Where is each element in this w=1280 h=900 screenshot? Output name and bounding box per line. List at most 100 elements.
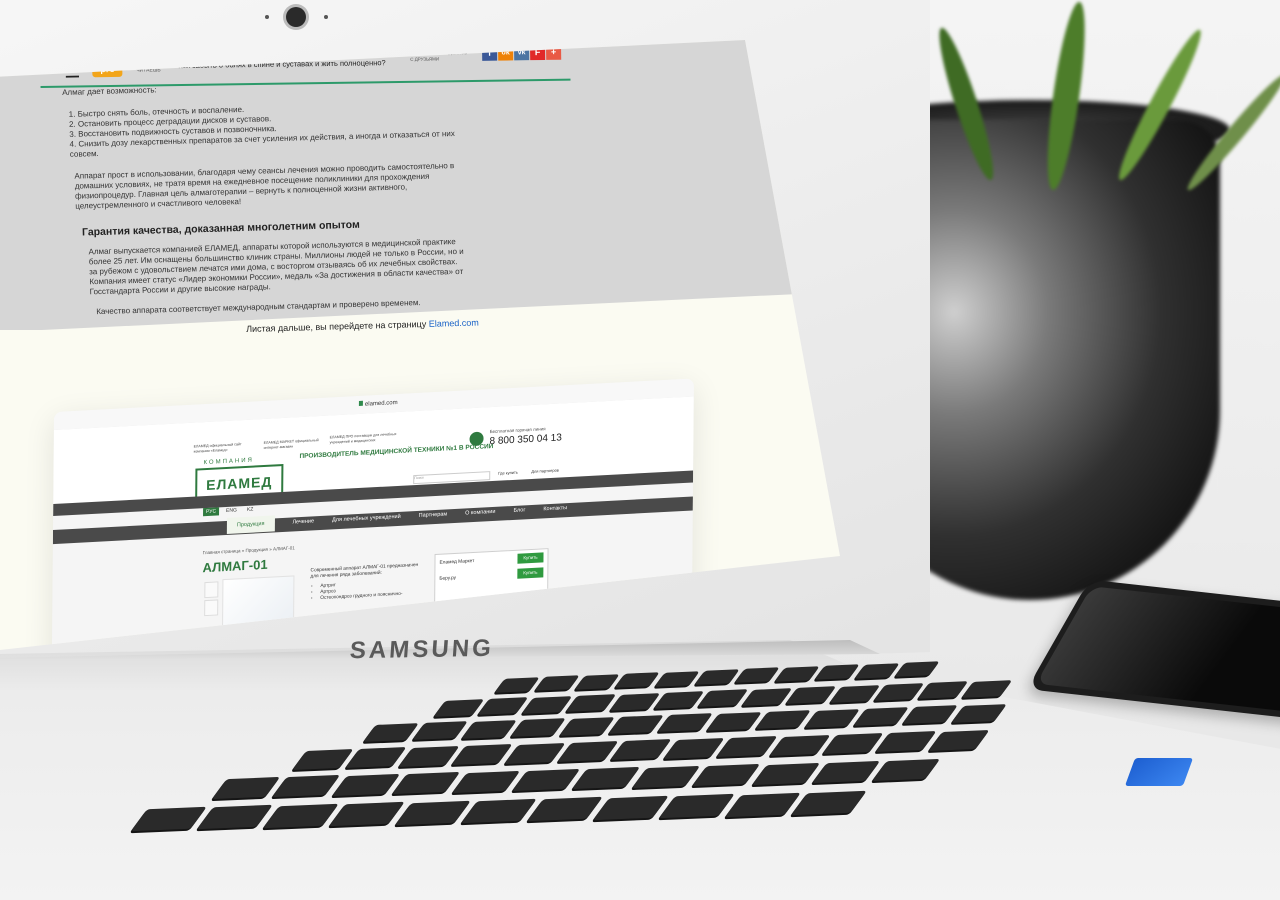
product-thumbnail[interactable]: [204, 581, 219, 599]
keyboard-key: [593, 795, 669, 820]
description-text: Современный аппарат АЛМАГ-01 предназначе…: [310, 562, 419, 580]
keyboard-key: [345, 747, 407, 768]
keyboard-key: [610, 739, 672, 760]
keyboard-key: [706, 711, 762, 731]
elamed-link[interactable]: Elamed.com: [429, 318, 479, 329]
breadcrumb[interactable]: Главная страница » Продукция » АЛМАГ-01: [203, 545, 295, 555]
lang-ru[interactable]: РУС: [203, 507, 220, 517]
keyboard-key: [814, 664, 860, 680]
keyboard-key: [211, 776, 281, 800]
keyboard-key: [292, 749, 354, 770]
keyboard-key: [131, 806, 207, 831]
keyboard-key: [527, 797, 603, 822]
keyboard-key: [751, 762, 821, 785]
keyboard-key: [631, 765, 701, 788]
keyboard-key: [785, 686, 837, 704]
keyboard-key: [961, 679, 1013, 698]
buy-button[interactable]: Купить: [517, 552, 544, 564]
keyboard-key: [363, 723, 419, 742]
keyboard-key: [697, 689, 749, 707]
continue-note: Листая дальше, вы перейдете на страницу …: [246, 318, 479, 334]
keyboard-key: [571, 767, 641, 790]
seller-name: Еламед Маркет: [439, 558, 475, 566]
header-note[interactable]: ЕЛАМЕД МАРКЕТ официальный интернет-магаз…: [264, 438, 324, 450]
sensor-dot: [324, 15, 328, 19]
product-title: АЛМАГ-01: [202, 556, 268, 576]
brand-tagline: ПРОИЗВОДИТЕЛЬ МЕДИЦИНСКОЙ ТЕХНИКИ №1 В Р…: [299, 442, 494, 461]
keyboard-key: [557, 741, 619, 762]
keyboard-key: [928, 729, 990, 751]
continue-note-text: Листая дальше, вы перейдете на страницу: [246, 318, 429, 334]
header-note[interactable]: ЕЛАМЕД ПРО поставщик для лечебных учрежд…: [330, 431, 410, 444]
keyboard-key: [609, 692, 661, 710]
keyboard-key: [534, 675, 580, 692]
hotline-number[interactable]: 8 800 350 04 13: [489, 432, 561, 447]
keyboard-key: [504, 742, 566, 764]
benefits-list: 1. Быстро снять боль, отечность и воспал…: [63, 99, 464, 160]
article-paragraph-cut: Качество аппарата соответствует междунар…: [96, 298, 421, 317]
keyboard-key: [804, 708, 860, 728]
keyboard-key: [653, 691, 705, 709]
article-body: Алмаг дает возможность: 1. Быстро снять …: [62, 77, 469, 330]
keyboard-key: [659, 793, 735, 818]
keyboard-key: [559, 716, 615, 736]
header-note[interactable]: ЕЛАМЕД официальный сайт компании «Еламед…: [194, 442, 254, 454]
keyboard-key: [894, 661, 940, 677]
where-to-buy-link[interactable]: Где купить: [498, 470, 518, 476]
keyboard-key: [917, 681, 969, 699]
nav-about[interactable]: О компании: [465, 509, 495, 522]
keyboard-key: [461, 798, 537, 823]
nav-partners[interactable]: Партнерам: [419, 511, 448, 523]
keyboard-key: [854, 662, 900, 679]
article-paragraph: Алмаг выпускается компанией ЕЛАМЕД, аппа…: [88, 237, 464, 297]
keyboard-key: [853, 707, 909, 726]
keyboard-key: [811, 760, 881, 784]
conditions-list: Артрит Артроз Остеохондроз грудного и по…: [310, 579, 425, 603]
product-thumbnail[interactable]: [204, 599, 219, 617]
keyboard-key: [451, 770, 521, 793]
keyboard-key: [461, 719, 517, 739]
keyboard-key: [663, 737, 725, 759]
webcam: [286, 7, 306, 27]
keyboard-key: [565, 694, 617, 712]
keyboard-key: [694, 669, 740, 685]
keyboard-key: [716, 736, 778, 757]
keyboard-key: [511, 768, 581, 792]
sensor-dot: [265, 15, 269, 19]
partners-link[interactable]: Для партнеров: [531, 468, 559, 474]
keyboard-key: [657, 713, 713, 733]
keyboard-key: [521, 695, 573, 714]
keyboard-key: [608, 715, 664, 734]
buy-button[interactable]: Купить: [517, 567, 544, 579]
nav-products[interactable]: Продукция: [226, 515, 275, 534]
keyboard-key: [614, 672, 660, 688]
keyboard-key: [494, 677, 540, 693]
article-paragraph: Аппарат прост в использовании, благодаря…: [74, 161, 455, 211]
keyboard-key: [574, 674, 620, 690]
keyboard-key: [871, 759, 941, 782]
brand-subtitle: КОМПАНИЯ: [203, 457, 254, 467]
product-description: Современный аппарат АЛМАГ-01 предназначе…: [310, 563, 425, 603]
keyboard-key: [734, 667, 780, 684]
laptop-screen: ☰ tele pro СЕЙЧАС ТЫ ЧИТАЕШЬ Как забыть …: [0, 40, 840, 650]
keyboard-key: [951, 703, 1007, 723]
lang-kz[interactable]: KZ: [244, 505, 256, 514]
laptop-keyboard: [0, 660, 1280, 860]
keyboard-key: [412, 721, 468, 741]
lang-en[interactable]: ENG: [223, 506, 240, 515]
keyboard-key: [691, 764, 761, 787]
keyboard-key: [331, 773, 401, 796]
keyboard-key: [477, 697, 529, 715]
keyboard-key: [774, 666, 820, 682]
nav-blog[interactable]: Блог: [513, 507, 525, 519]
keyboard-key: [263, 803, 339, 828]
keyboard-key: [873, 683, 925, 701]
keyboard-key: [451, 744, 513, 765]
nav-contacts[interactable]: Контакты: [543, 505, 567, 517]
nav-treatment[interactable]: Лечение: [292, 518, 314, 530]
lock-icon: [358, 400, 363, 407]
intel-sticker: [1124, 758, 1194, 786]
keyboard-key: [741, 687, 793, 706]
section-heading: Гарантия качества, доказанная многолетни…: [81, 218, 360, 239]
keyboard-key: [725, 792, 801, 817]
